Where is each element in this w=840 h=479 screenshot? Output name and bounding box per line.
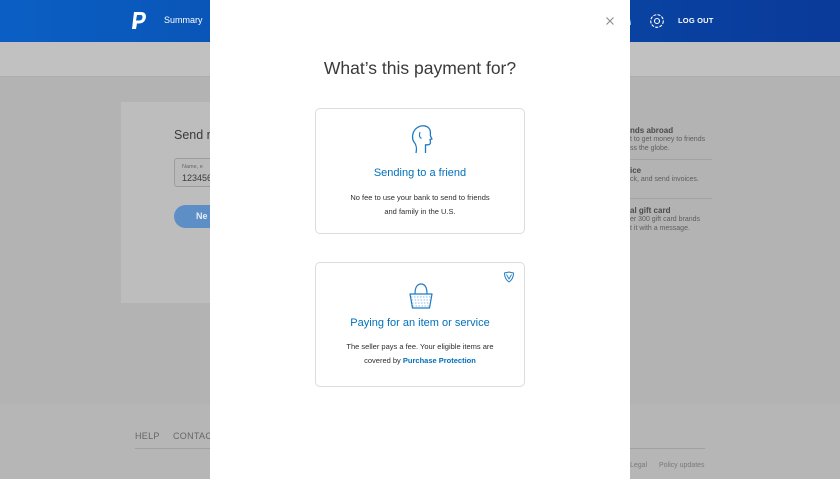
close-icon[interactable]: [603, 14, 617, 28]
footer-contact-link[interactable]: CONTAC: [173, 431, 212, 441]
side-item-title: ice: [630, 166, 642, 175]
shield-icon: [503, 271, 515, 283]
recipient-input-value: 123456: [182, 173, 213, 183]
side-item-invoice[interactable]: ice ck, and send invoices.: [630, 166, 712, 184]
side-item-desc: ck, and send invoices.: [630, 176, 699, 183]
footer-legal-link[interactable]: Legal: [630, 462, 647, 469]
purchase-protection-link[interactable]: Purchase Protection: [403, 356, 476, 365]
option-title: Sending to a friend: [373, 167, 467, 179]
side-item-gift-card[interactable]: al gift card er 300 gift card brands t i…: [630, 206, 712, 233]
option-desc-line: and family in the U.S.: [384, 207, 456, 216]
option-paying-for-item[interactable]: Paying for an item or service The seller…: [315, 262, 525, 387]
side-item-desc: t to get money to friends: [630, 136, 706, 143]
side-divider: [630, 159, 712, 160]
option-desc-line: covered by: [364, 356, 401, 365]
footer-policy-link[interactable]: Policy updates: [659, 462, 705, 469]
footer-help-link[interactable]: HELP: [135, 431, 160, 441]
side-item-desc: er 300 gift card brands: [630, 216, 701, 223]
side-item-title: al gift card: [630, 206, 671, 215]
option-title: Paying for an item or service: [350, 317, 490, 329]
next-button-label: Ne: [196, 211, 208, 221]
paypal-logo-icon[interactable]: [130, 11, 148, 31]
payment-type-modal: What’s this payment for? Sending to a fr…: [210, 0, 630, 479]
side-item-send-abroad[interactable]: nds abroad t to get money to friends ss …: [630, 126, 712, 153]
friend-head-icon: [411, 125, 433, 154]
option-sending-to-friend[interactable]: Sending to a friend No fee to use your b…: [315, 108, 525, 234]
footer-divider: [630, 448, 705, 449]
side-item-title: nds abroad: [630, 126, 674, 135]
option-description: No fee to use your bank to send to frien…: [330, 191, 510, 219]
recipient-input[interactable]: Name, e 123456: [174, 158, 214, 187]
modal-title: What’s this payment for?: [323, 58, 517, 78]
option-desc-line: The seller pays a fee. Your eligible ite…: [346, 342, 494, 351]
option-description: The seller pays a fee. Your eligible ite…: [330, 340, 510, 368]
shopping-basket-icon: [409, 283, 433, 309]
next-button[interactable]: Ne: [174, 205, 214, 228]
gear-icon[interactable]: [648, 12, 666, 30]
side-divider: [630, 198, 712, 199]
logout-link[interactable]: LOG OUT: [678, 16, 714, 25]
side-item-desc: t it with a message.: [630, 225, 690, 232]
recipient-input-label: Name, e: [182, 164, 203, 170]
footer-divider: [135, 448, 210, 449]
side-item-desc: ss the globe.: [630, 145, 670, 152]
nav-summary-link[interactable]: Summary: [164, 15, 203, 25]
option-desc-line: No fee to use your bank to send to frien…: [350, 193, 490, 202]
